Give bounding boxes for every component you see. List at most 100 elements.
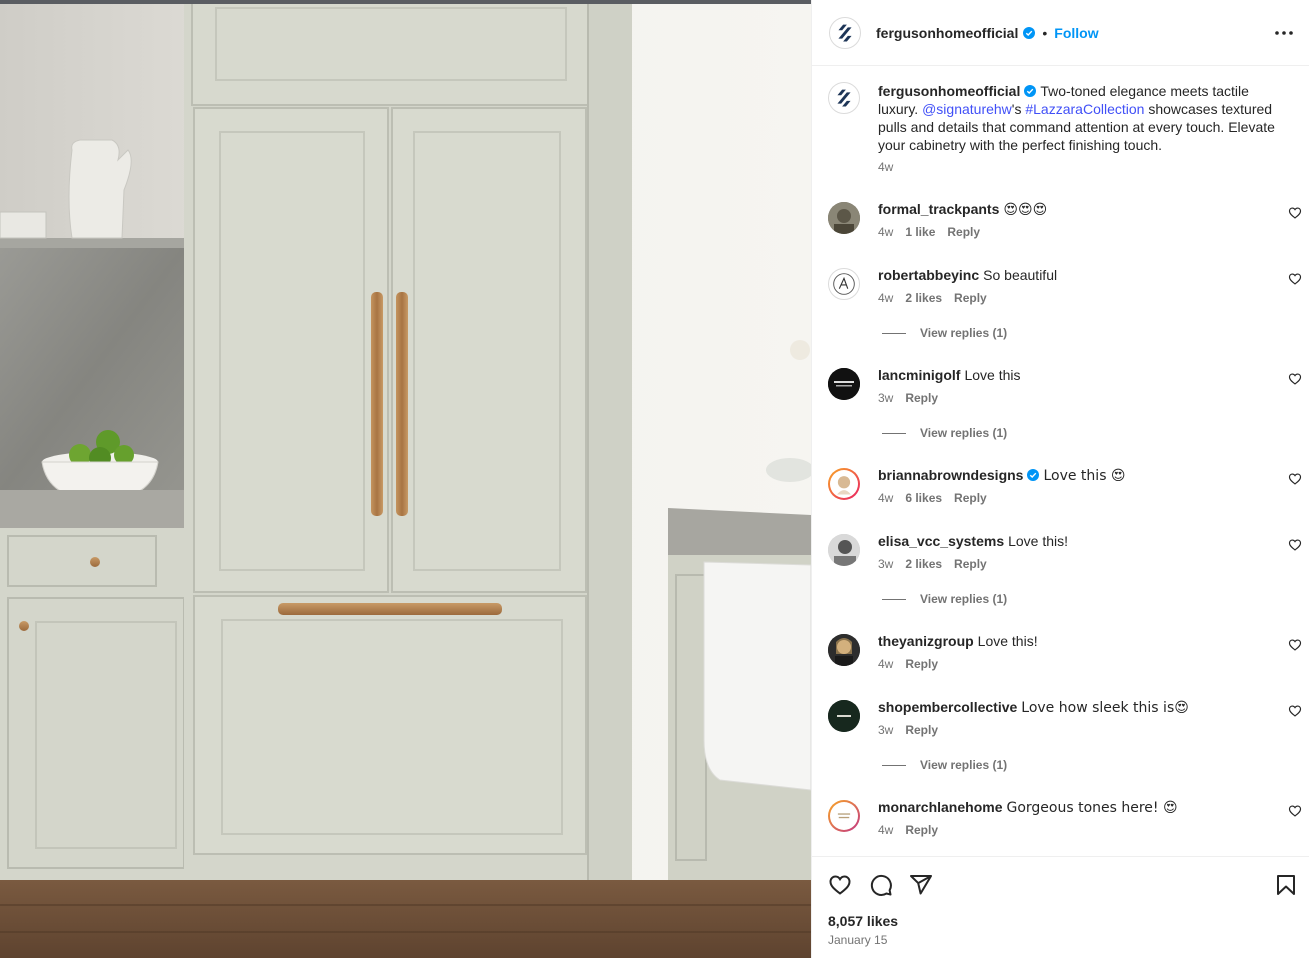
reply-button[interactable]: Reply [954, 557, 987, 571]
divider [882, 332, 906, 334]
brand-logo-icon [828, 368, 860, 400]
view-replies-button[interactable]: View replies (1) [882, 758, 1007, 772]
comment-text: Love this 😍 [1043, 468, 1126, 484]
brand-logo-icon [828, 700, 860, 732]
comment-username[interactable]: theyanizgroup [878, 633, 974, 649]
comment-text: Gorgeous tones here! 😍 [1006, 800, 1178, 816]
avatar[interactable] [829, 17, 861, 49]
avatar[interactable] [828, 634, 860, 666]
reply-button[interactable]: Reply [954, 491, 987, 505]
avatar-story-ring[interactable] [828, 800, 860, 832]
comment-text: Love this! [977, 633, 1038, 649]
comment-username[interactable]: robertabbeyinc [878, 267, 979, 283]
follow-button[interactable]: Follow [1054, 25, 1098, 41]
comment-username[interactable]: lancminigolf [878, 367, 960, 383]
reply-button[interactable]: Reply [905, 657, 938, 671]
more-options-icon[interactable] [1274, 25, 1294, 41]
comment-icon[interactable] [869, 873, 893, 897]
heart-icon[interactable] [1288, 472, 1302, 486]
reply-button[interactable]: Reply [947, 225, 980, 239]
comment-likes[interactable]: 1 like [905, 225, 935, 239]
heart-icon[interactable] [1288, 372, 1302, 386]
heart-icon[interactable] [1288, 206, 1302, 220]
post-date[interactable]: January 15 [828, 933, 887, 947]
verified-badge-icon [1023, 27, 1036, 39]
heart-icon[interactable] [1288, 804, 1302, 818]
comment-username[interactable]: briannabrowndesigns [878, 467, 1023, 483]
comment-time[interactable]: 4w [878, 225, 893, 239]
author-username[interactable]: fergusonhomeofficial [876, 25, 1018, 41]
comment-time[interactable]: 3w [878, 723, 893, 737]
post-image[interactable] [0, 0, 811, 958]
avatar[interactable] [828, 268, 860, 300]
comment-username[interactable]: monarchlanehome [878, 799, 1002, 815]
comment-likes[interactable]: 2 likes [905, 291, 942, 305]
hashtag-link[interactable]: #LazzaraCollection [1025, 101, 1144, 117]
comment-likes[interactable]: 2 likes [905, 557, 942, 571]
heart-icon[interactable] [1288, 638, 1302, 652]
bookmark-icon[interactable] [1274, 873, 1298, 897]
heart-icon[interactable] [1288, 704, 1302, 718]
comment: briannabrowndesigns Love this 😍 4w 6 likes… [828, 466, 1302, 516]
comment: shopembercollective Love how sleek this i… [828, 698, 1302, 748]
comment-text: Love how sleek this is😍 [1021, 700, 1189, 716]
comment: monarchlanehome Gorgeous tones here! 😍 4w… [828, 798, 1302, 848]
avatar-story-ring[interactable] [828, 468, 860, 500]
comment-username[interactable]: formal_trackpants [878, 201, 999, 217]
share-icon[interactable] [909, 873, 933, 897]
verified-badge-icon [1024, 85, 1037, 97]
caption-timestamp[interactable]: 4w [878, 159, 893, 175]
view-replies-button[interactable]: View replies (1) [882, 326, 1007, 340]
comment-username[interactable]: shopembercollective [878, 699, 1017, 715]
avatar[interactable] [828, 82, 860, 114]
user-photo-icon [828, 634, 860, 666]
post-header: fergusonhomeofficial • Follow [812, 0, 1309, 66]
likes-count[interactable]: 8,057 likes [828, 913, 898, 929]
post-detail-panel: fergusonhomeofficial • Follow fergusonho… [811, 0, 1309, 958]
comment-time[interactable]: 4w [878, 657, 893, 671]
mention-link[interactable]: @signaturehw [922, 101, 1012, 117]
comment-time[interactable]: 4w [878, 491, 893, 505]
avatar[interactable] [828, 368, 860, 400]
comment-time[interactable]: 3w [878, 557, 893, 571]
comment-time[interactable]: 3w [878, 391, 893, 405]
comment-username[interactable]: elisa_vcc_systems [878, 533, 1004, 549]
ferguson-logo-icon [837, 89, 851, 107]
comment: robertabbeyinc So beautiful 4w 2 likes Repl… [828, 266, 1302, 316]
view-replies-button[interactable]: View replies (1) [882, 592, 1007, 606]
divider [882, 432, 906, 434]
comment-likes[interactable]: 6 likes [905, 491, 942, 505]
comment-text: Love this! [1008, 533, 1069, 549]
view-replies-label: View replies (1) [920, 758, 1008, 772]
kitchen-photo [0, 0, 811, 958]
heart-icon[interactable] [1288, 538, 1302, 552]
heart-icon[interactable] [1288, 272, 1302, 286]
divider [882, 598, 906, 600]
verified-badge-icon [1027, 469, 1040, 481]
reply-button[interactable]: Reply [905, 823, 938, 837]
avatar[interactable] [828, 202, 860, 234]
comment-text: So beautiful [983, 267, 1058, 283]
caption-body-2: 's [1011, 101, 1026, 117]
comment: formal_trackpants 😍😍😍 4w 1 like Reply [828, 200, 1302, 250]
separator: • [1042, 25, 1048, 41]
comment: elisa_vcc_systems Love this! 3w 2 likes Rep… [828, 532, 1302, 582]
comment-time[interactable]: 4w [878, 291, 893, 305]
view-replies-button[interactable]: View replies (1) [882, 426, 1007, 440]
comment-text: Love this [964, 367, 1021, 383]
avatar[interactable] [828, 534, 860, 566]
view-replies-label: View replies (1) [920, 326, 1008, 340]
caption-username[interactable]: fergusonhomeofficial [878, 83, 1020, 99]
reply-button[interactable]: Reply [954, 291, 987, 305]
view-replies-label: View replies (1) [920, 592, 1008, 606]
user-photo-icon [828, 534, 860, 566]
reply-button[interactable]: Reply [905, 391, 938, 405]
comment-time[interactable]: 4w [878, 823, 893, 837]
reply-button[interactable]: Reply [905, 723, 938, 737]
ferguson-logo-icon [838, 24, 852, 42]
heart-icon[interactable] [828, 873, 852, 897]
avatar[interactable] [828, 700, 860, 732]
divider [882, 764, 906, 766]
monogram-logo-icon [833, 273, 855, 295]
caption-text: fergusonhomeofficial Two-toned elegance m… [878, 82, 1283, 154]
